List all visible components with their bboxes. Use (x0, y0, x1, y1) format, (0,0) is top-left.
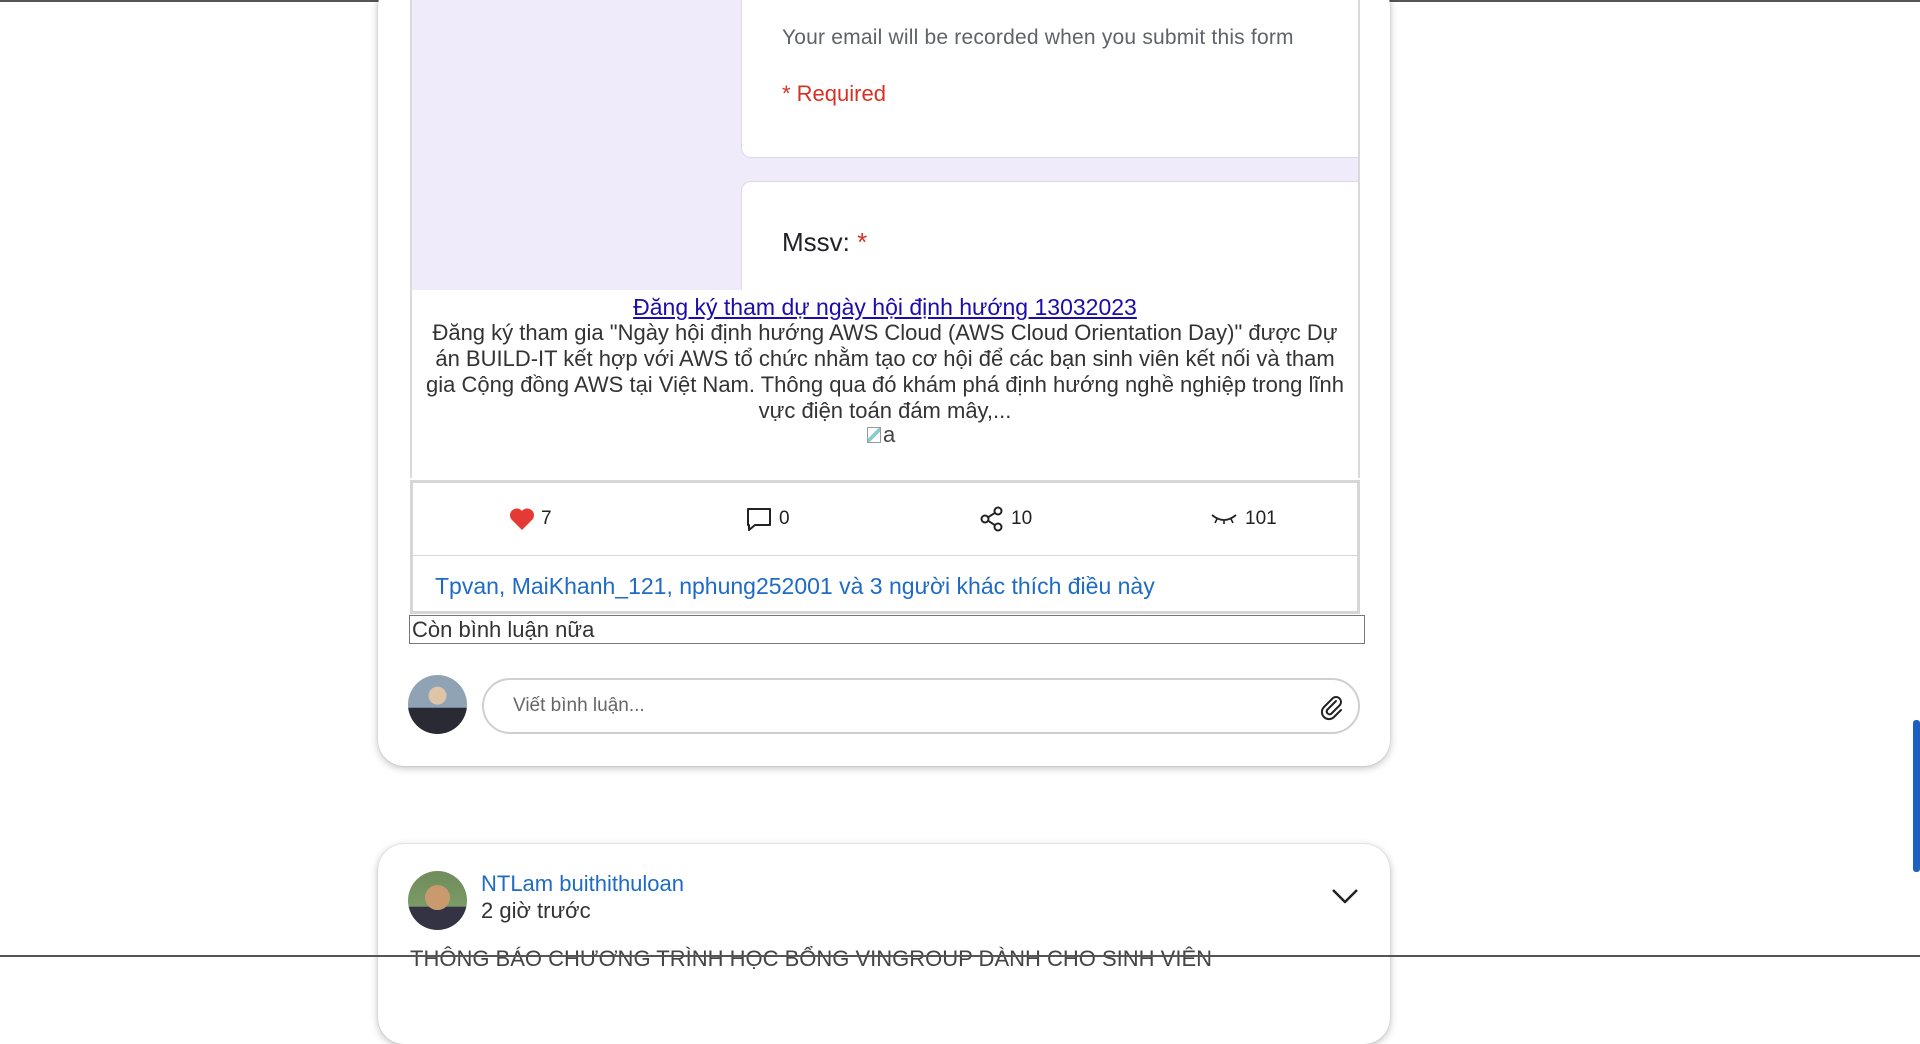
share-button[interactable]: 10 (979, 483, 1032, 555)
form-field-label-text: Mssv: (782, 227, 850, 257)
preview-description: Đăng ký tham gia "Ngày hội định hướng AW… (426, 320, 1344, 423)
broken-image-icon (867, 427, 881, 443)
comment-input[interactable]: Viết bình luận... (482, 678, 1360, 734)
author-avatar[interactable] (408, 871, 467, 930)
form-header-box: Your email will be recorded when you sub… (741, 0, 1358, 158)
paperclip-icon[interactable] (1318, 693, 1344, 721)
form-field-box: Mssv: * (741, 181, 1358, 290)
post-content-preview: THÔNG BÁO CHƯƠNG TRÌNH HỌC BỔNG VINGROUP… (410, 946, 1213, 971)
views-indicator: 101 (1209, 483, 1277, 555)
required-mark: * (857, 227, 868, 257)
preview-image: Your email will be recorded when you sub… (412, 0, 1358, 290)
broken-image: a (867, 422, 895, 448)
likes-summary-link[interactable]: Tpvan, MaiKhanh_121, nphung252001 và 3 n… (435, 573, 1155, 600)
post-timestamp: 2 giờ trước (481, 898, 591, 923)
form-field-label: Mssv: * (782, 227, 867, 258)
heart-icon (509, 508, 535, 530)
author-name-link[interactable]: NTLam buithithuloan (481, 871, 684, 897)
comment-count: 0 (779, 508, 790, 529)
broken-image-alt: a (883, 422, 896, 447)
chevron-down-icon[interactable] (1330, 886, 1360, 906)
scrollbar-thumb[interactable] (1913, 720, 1920, 872)
more-comments-link[interactable]: Còn bình luận nữa (409, 615, 1365, 644)
form-required-note: * Required (782, 81, 886, 106)
share-icon (980, 506, 1003, 532)
comment-placeholder: Viết bình luận... (513, 695, 645, 716)
view-count: 101 (1245, 508, 1277, 529)
eye-closed-icon (1211, 514, 1237, 524)
like-button[interactable]: 7 (509, 483, 552, 555)
like-count: 7 (541, 508, 552, 529)
form-email-notice: Your email will be recorded when you sub… (782, 26, 1294, 49)
preview-title-link[interactable]: Đăng ký tham dự ngày hội định hướng 1303… (412, 294, 1358, 321)
reactions-bar: 7 0 10 101 (410, 480, 1360, 558)
share-count: 10 (1011, 508, 1033, 529)
comment-icon (747, 508, 771, 531)
likes-summary-bar: Tpvan, MaiKhanh_121, nphung252001 và 3 n… (410, 556, 1360, 614)
comment-button[interactable]: 0 (745, 483, 790, 555)
link-preview[interactable]: Your email will be recorded when you sub… (410, 0, 1360, 478)
current-user-avatar[interactable] (408, 675, 467, 734)
